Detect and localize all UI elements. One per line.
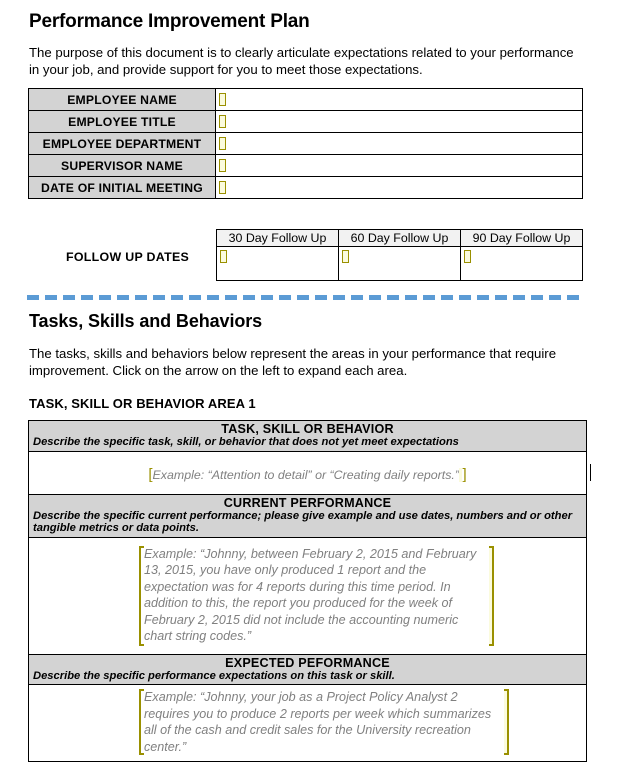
section-description-tasks: The tasks, skills and behaviors below re… [29,346,557,378]
row-label-supervisor-name: SUPERVISOR NAME [28,154,216,177]
block-header-task-skill-behavior: TASK, SKILL OR BEHAVIOR Describe the spe… [28,420,587,452]
table-row: DATE OF INITIAL MEETING [28,176,583,199]
table-row: CURRENT PERFORMANCE Describe the specifi… [28,493,587,538]
form-field-marker-icon [342,250,349,264]
block-heading: EXPECTED PEFORMANCE [225,655,390,670]
form-field-marker-icon [219,158,226,172]
table-header-row: 30 Day Follow Up 60 Day Follow Up 90 Day… [216,229,583,247]
table-row: EMPLOYEE DEPARTMENT [28,132,583,155]
followup-dates-table: 30 Day Follow Up 60 Day Follow Up 90 Day… [216,229,583,281]
table-row: Example: “Johnny, between February 2, 20… [28,536,587,655]
row-label-employee-name: EMPLOYEE NAME [28,88,216,111]
row-label-employee-department: EMPLOYEE DEPARTMENT [28,132,216,155]
followup-dates-section: FOLLOW UP DATES 30 Day Follow Up 60 Day … [28,229,583,284]
bracket-close-icon [504,689,509,755]
field-30-day-followup[interactable] [216,246,339,281]
bracket-close-icon [489,545,494,646]
row-label-employee-title: EMPLOYEE TITLE [28,110,216,133]
block-heading: CURRENT PERFORMANCE [223,495,392,510]
table-row: SUPERVISOR NAME [28,154,583,177]
table-row: TASK, SKILL OR BEHAVIOR Describe the spe… [28,420,587,452]
block-heading: TASK, SKILL OR BEHAVIOR [221,422,394,436]
section-title-tasks: Tasks, Skills and Behaviors [29,311,263,331]
table-row: EMPLOYEE TITLE [28,110,583,133]
table-row: EMPLOYEE NAME [28,88,583,111]
example-text-wrapper: Example: “Johnny, your job as a Project … [29,685,586,761]
field-60-day-followup[interactable] [338,246,461,281]
column-header-90-day: 90 Day Follow Up [460,229,583,247]
form-field-marker-icon [219,92,226,106]
example-text-task: [Example: “Attention to detail” or “Crea… [148,465,467,484]
block-header-current-performance: CURRENT PERFORMANCE Describe the specifi… [28,493,587,538]
example-text-expected-performance: Example: “Johnny, your job as a Project … [144,690,492,754]
intro-paragraph: The purpose of this document is to clear… [29,45,574,77]
block-subheading: Describe the specific current performanc… [33,509,573,535]
example-text: Example: “Attention to detail” or “Creat… [152,467,459,482]
table-row [216,246,583,281]
field-employee-name[interactable] [215,88,583,111]
block-input-expected-performance[interactable]: Example: “Johnny, your job as a Project … [28,683,587,763]
table-row: Example: “Johnny, your job as a Project … [28,683,587,763]
block-subheading: Describe the specific performance expect… [33,669,395,682]
form-field-marker-icon [219,136,226,150]
row-label-date-initial-meeting: DATE OF INITIAL MEETING [28,176,216,199]
example-text-current-performance: Example: “Johnny, between February 2, 20… [144,546,477,644]
field-employee-title[interactable] [215,110,583,133]
form-field-marker-icon [219,114,226,128]
task-area-label: TASK, SKILL OR BEHAVIOR AREA 1 [29,396,256,411]
table-row: [Example: “Attention to detail” or “Crea… [28,450,587,495]
employee-info-table: EMPLOYEE NAME EMPLOYEE TITLE EMPLOYEE DE… [28,88,583,199]
table-row: EXPECTED PEFORMANCE Describe the specifi… [28,653,587,685]
field-90-day-followup[interactable] [460,246,583,281]
text-cursor [590,464,591,481]
page-title: Performance Improvement Plan [29,11,310,32]
field-date-initial-meeting[interactable] [215,176,583,199]
form-field-marker-icon [220,250,227,264]
form-field-marker-icon [219,180,226,194]
example-text-wrapper: Example: “Johnny, between February 2, 20… [29,538,586,654]
block-subheading: Describe the specific task, skill, or be… [33,436,459,448]
block-input-task-skill-behavior[interactable]: [Example: “Attention to detail” or “Crea… [28,450,587,495]
field-supervisor-name[interactable] [215,154,583,177]
column-header-60-day: 60 Day Follow Up [338,229,461,247]
block-input-current-performance[interactable]: Example: “Johnny, between February 2, 20… [28,536,587,655]
section-divider [27,295,584,300]
form-field-marker-icon [464,250,471,264]
block-header-expected-performance: EXPECTED PEFORMANCE Describe the specifi… [28,653,587,685]
example-text-wrapper: [Example: “Attention to detail” or “Crea… [29,452,586,494]
bracket-close-icon: ] [462,465,467,483]
followup-dates-label: FOLLOW UP DATES [66,250,190,264]
document-page: Performance Improvement Plan The purpose… [0,0,619,772]
column-header-30-day: 30 Day Follow Up [216,229,339,247]
field-employee-department[interactable] [215,132,583,155]
task-skill-behavior-table: TASK, SKILL OR BEHAVIOR Describe the spe… [28,420,587,763]
